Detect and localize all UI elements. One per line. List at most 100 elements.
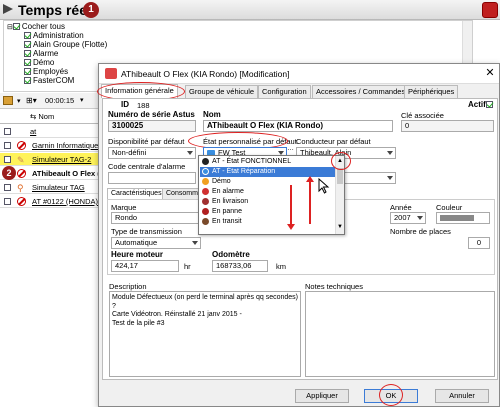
close-icon[interactable]: ✕ [483,66,497,80]
tree-root[interactable]: ⊟ Cocher tous [7,22,65,31]
main-toolbar: ▾ ⊞▾ 00:00:15 ▾ [0,93,100,109]
vehicle-grid: ⇆ Nom at Garnin Informatique ✎ Simulateu… [0,110,105,407]
actif-checkbox[interactable] [486,101,493,108]
color-swatch [440,215,474,221]
vehicle-edit-dialog: AThibeault O Flex (KIA Rondo) [Modificat… [97,63,500,407]
folder-icon[interactable] [3,96,13,105]
vehicle-icon [105,68,117,79]
checkbox-icon[interactable] [4,156,11,163]
breakdown-icon [202,207,209,215]
annotation-arrow-down [290,185,292,225]
marque-field[interactable]: Rondo [111,212,201,224]
annotation-arrowhead-up [306,176,314,182]
tree-item[interactable]: Administration [24,31,84,40]
table-row[interactable]: AT #0122 (HONDA) A [0,195,105,208]
name-label: Nom [203,110,221,119]
serial-field[interactable]: 3100025 [108,120,196,132]
tree-item[interactable]: FasterCOM [24,76,74,85]
checkbox-icon[interactable] [24,32,31,40]
apply-button[interactable]: Appliquer [295,389,349,403]
table-row[interactable]: ✎ Simulateur TAG-2 [0,153,98,166]
table-row[interactable]: Garnin Informatique [0,139,98,152]
table-row[interactable]: 2 AThibeault O Flex ( [0,166,100,180]
odometre-field[interactable]: 168733,06 [212,260,268,272]
name-field[interactable]: AThibeault O Flex (KIA Rondo) [203,120,393,132]
checkbox-icon[interactable] [12,23,20,31]
checkbox-icon[interactable] [24,50,31,58]
mouse-cursor-icon [318,178,330,194]
description-label: Description [109,282,147,291]
tab-groupe-vehicule[interactable]: Groupe de véhicule [185,85,259,98]
description-textarea[interactable]: Module Défectueux (on perd le terminal a… [109,291,301,377]
map-pin-icon: ⚲ [17,183,24,193]
status-blocked-icon [17,141,26,150]
state-color-icon [202,157,209,165]
alert-icon[interactable] [482,2,498,18]
checkbox-icon[interactable] [4,142,11,149]
tree-item[interactable]: Alain Groupe (Flotte) [24,40,107,49]
conducteur-label: Conducteur par défaut [296,137,371,146]
tab-peripheriques[interactable]: Périphériques [404,85,459,98]
etat-dropdown-list: AT - État FONCTIONNEL AT - État Réparati… [198,155,345,235]
tab-configuration[interactable]: Configuration [258,85,311,98]
scroll-down-icon[interactable]: ▼ [337,224,343,230]
table-row[interactable]: ⚲ Simulateur TAG [0,181,98,194]
tab-caracteristiques[interactable]: Caractéristiques [107,188,166,199]
chevron-down-icon [387,151,393,155]
refresh-interval[interactable]: 00:00:15 [45,96,74,105]
checkbox-icon[interactable] [24,68,31,76]
annotation-arrow-up [309,182,311,224]
id-value: 188 [137,101,150,110]
heure-field[interactable]: 424,17 [111,260,179,272]
marque-label: Marque [111,203,137,212]
dropdown-option[interactable]: En panne [200,207,335,217]
alarm-icon [202,187,209,195]
cancel-button[interactable]: Annuler [435,389,489,403]
id-label: ID [121,100,129,109]
code-alarme-label: Code centrale d'alarme [108,162,186,171]
column-header-name[interactable]: ⇆ Nom [30,110,54,123]
heure-unit: hr [184,262,191,271]
cle-label: Clé associée [401,111,444,120]
checkbox-icon[interactable] [4,198,11,205]
dropdown-option-selected[interactable]: AT - État Réparation [200,167,335,177]
checkbox-icon[interactable] [24,41,31,49]
etat-clear-icon[interactable]: … [287,145,294,152]
dispo-select[interactable]: Non-défini [108,147,196,159]
general-info-panel: ID 188 Actif Numéro de série Astus 31000… [102,98,498,380]
chevron-down-icon [192,241,198,245]
truck-icon [202,197,209,205]
checkbox-icon[interactable] [24,59,31,67]
notes-textarea[interactable] [305,291,495,377]
cle-field[interactable]: 0 [401,120,494,132]
checkbox-icon[interactable] [4,184,11,191]
transmission-select[interactable]: Automatique [111,237,201,249]
annotation-circle-scroll [331,152,351,170]
scroll-thumb[interactable] [337,168,343,184]
app-titlebar: Temps réel 1 [0,0,500,20]
dropdown-option[interactable]: En livraison [200,197,335,207]
dropdown-caret-icon[interactable]: ▾ [17,97,21,105]
places-spinner[interactable]: 0 [468,237,490,249]
expand-arrow-icon[interactable] [3,4,13,14]
dropdown-option[interactable]: Démo [200,177,335,187]
interval-caret-icon[interactable]: ▾ [80,96,84,104]
couleur-picker[interactable] [436,212,490,224]
filter-icon[interactable]: ⊞▾ [26,96,37,105]
annee-select[interactable]: 2007 [390,212,426,224]
tree-item[interactable]: Employés [24,67,68,76]
checkbox-icon[interactable] [24,77,31,85]
tree-item[interactable]: Démo [24,58,54,67]
tab-accessoires[interactable]: Accessoires / Commandes [312,85,410,98]
code-alarme-field[interactable] [108,172,196,184]
state-color-icon [202,167,209,175]
checkbox-icon[interactable] [4,128,11,135]
transmission-label: Type de transmission [111,227,182,236]
dialog-title: AThibeault O Flex (KIA Rondo) [Modificat… [121,69,290,79]
grid-header: ⇆ Nom [0,110,98,124]
dropdown-option[interactable]: En alarme [200,187,335,197]
tree-item[interactable]: Alarme [24,49,58,58]
dropdown-option[interactable]: AT - État FONCTIONNEL [200,157,335,167]
dialog-titlebar: AThibeault O Flex (KIA Rondo) [Modificat… [99,64,499,84]
dropdown-option[interactable]: En transit [200,217,335,227]
